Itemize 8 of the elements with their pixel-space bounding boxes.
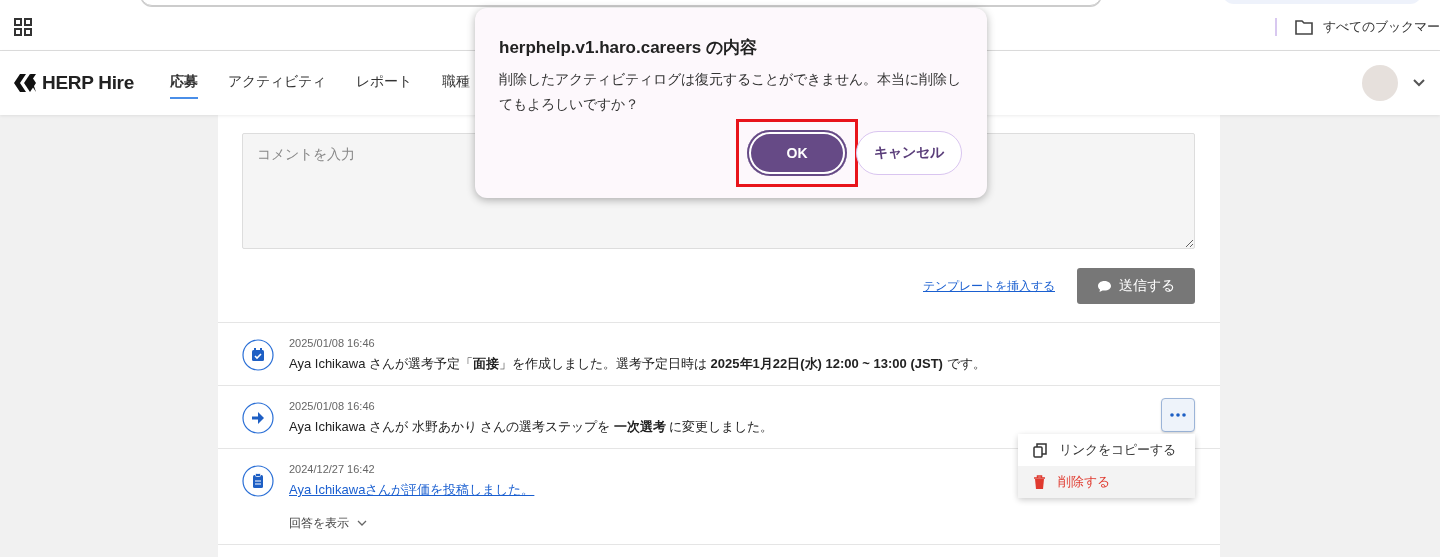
dialog-title: herphelp.v1.haro.careers の内容 — [499, 37, 758, 59]
logo-text: HERP Hire — [42, 72, 134, 94]
activity-text: Aya Ichikawa さんが 水野あかり さんの選考ステップを 一次選考 に変更しました。 — [289, 418, 775, 436]
activity-text: Aya Ichikawa さんが選考予定「面接」を作成しました。選考予定日時は 2025年1月22日(水) 12:00 ~ 13:00 (JST) です。 — [289, 355, 987, 373]
activity-time: 2025/01/08 16:46 — [289, 400, 376, 412]
activity-time: 2024/12/27 16:42 — [289, 463, 376, 475]
activity-time: 2025/01/08 16:46 — [289, 337, 376, 349]
dialog-message: 削除したアクティビティログは復元することができません。本当に削除してもよろしいですか？ — [499, 71, 962, 114]
